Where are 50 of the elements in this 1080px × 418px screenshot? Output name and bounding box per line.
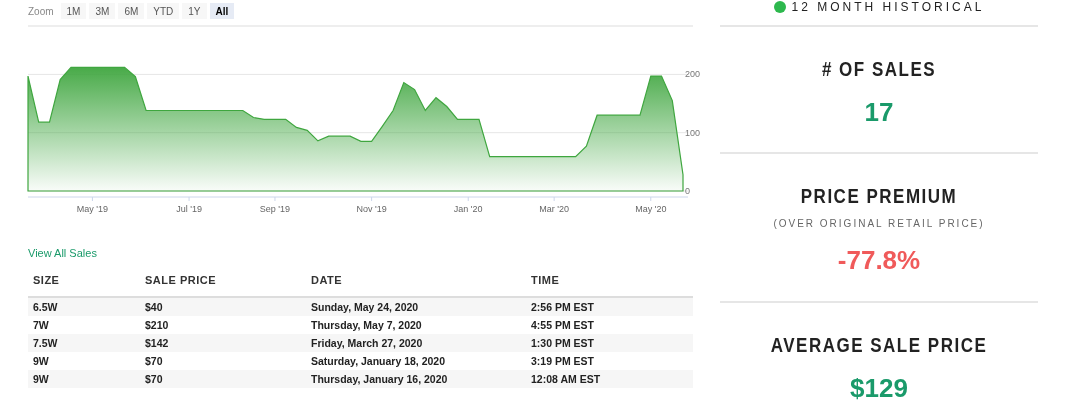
stat-value: 17 [864,95,894,129]
table-cell: 4:55 PM EST [526,316,693,334]
x-axis-label: Jan '20 [453,204,483,214]
x-axis-label: Nov '19 [356,204,387,214]
table-cell: $40 [140,297,306,316]
stat-title: # OF SALES [821,57,937,83]
stat-title: AVERAGE SALE PRICE [770,333,988,359]
section-title: 12 MONTH HISTORICAL [791,0,985,16]
table-cell: 7.5W [28,334,140,352]
stat-value: -77.8% [837,243,921,277]
table-cell: Thursday, January 16, 2020 [306,370,526,388]
y-axis-label: 200 [685,69,701,80]
table-cell: Thursday, May 7, 2020 [306,316,526,334]
table-cell: 7W [28,316,140,334]
stat-value: $129 [850,371,908,405]
table-cell: $70 [140,352,306,370]
y-axis-label: 0 [685,186,690,196]
zoom-tab[interactable]: YTD [147,3,180,19]
zoom-tab[interactable]: 1Y [182,3,207,19]
table-cell: $142 [140,334,306,352]
table-cell: 9W [28,352,140,370]
x-axis-label: May '19 [76,204,109,214]
table-cell: 1:30 PM EST [526,334,693,352]
table-cell: 3:19 PM EST [526,352,693,370]
column-header: SALE PRICE [140,271,306,297]
x-axis-label: Mar '20 [539,204,569,214]
x-axis-label: May '20 [635,204,667,214]
zoom-tab[interactable]: All [209,3,235,19]
x-axis-label: Jul '19 [176,204,202,214]
zoom-tab[interactable]: 3M [89,3,116,19]
table-cell: 12:08 AM EST [526,370,693,388]
view-all-sales-link[interactable]: View All Sales [28,245,97,262]
column-header: DATE [306,271,526,297]
table-cell: 2:56 PM EST [526,297,693,316]
zoom-tab[interactable]: 6M [118,3,145,19]
table-cell: 6.5W [28,297,140,316]
x-axis-label: Sep '19 [259,204,291,214]
column-header: SIZE [28,271,140,297]
stat-subtitle: (OVER ORIGINAL RETAIL PRICE) [773,216,985,231]
table-cell: Sunday, May 24, 2020 [306,297,526,316]
stat-title: PRICE PREMIUM [800,184,958,210]
y-axis-label: 100 [685,127,701,138]
table-cell: $210 [140,316,306,334]
table-cell: Saturday, January 18, 2020 [306,352,526,370]
table-cell: Friday, March 27, 2020 [306,334,526,352]
table-cell: 9W [28,370,140,388]
column-header: TIME [526,271,693,297]
table-cell: $70 [140,370,306,388]
zoom-label: Zoom [28,4,54,19]
zoom-tab[interactable]: 1M [60,3,87,19]
